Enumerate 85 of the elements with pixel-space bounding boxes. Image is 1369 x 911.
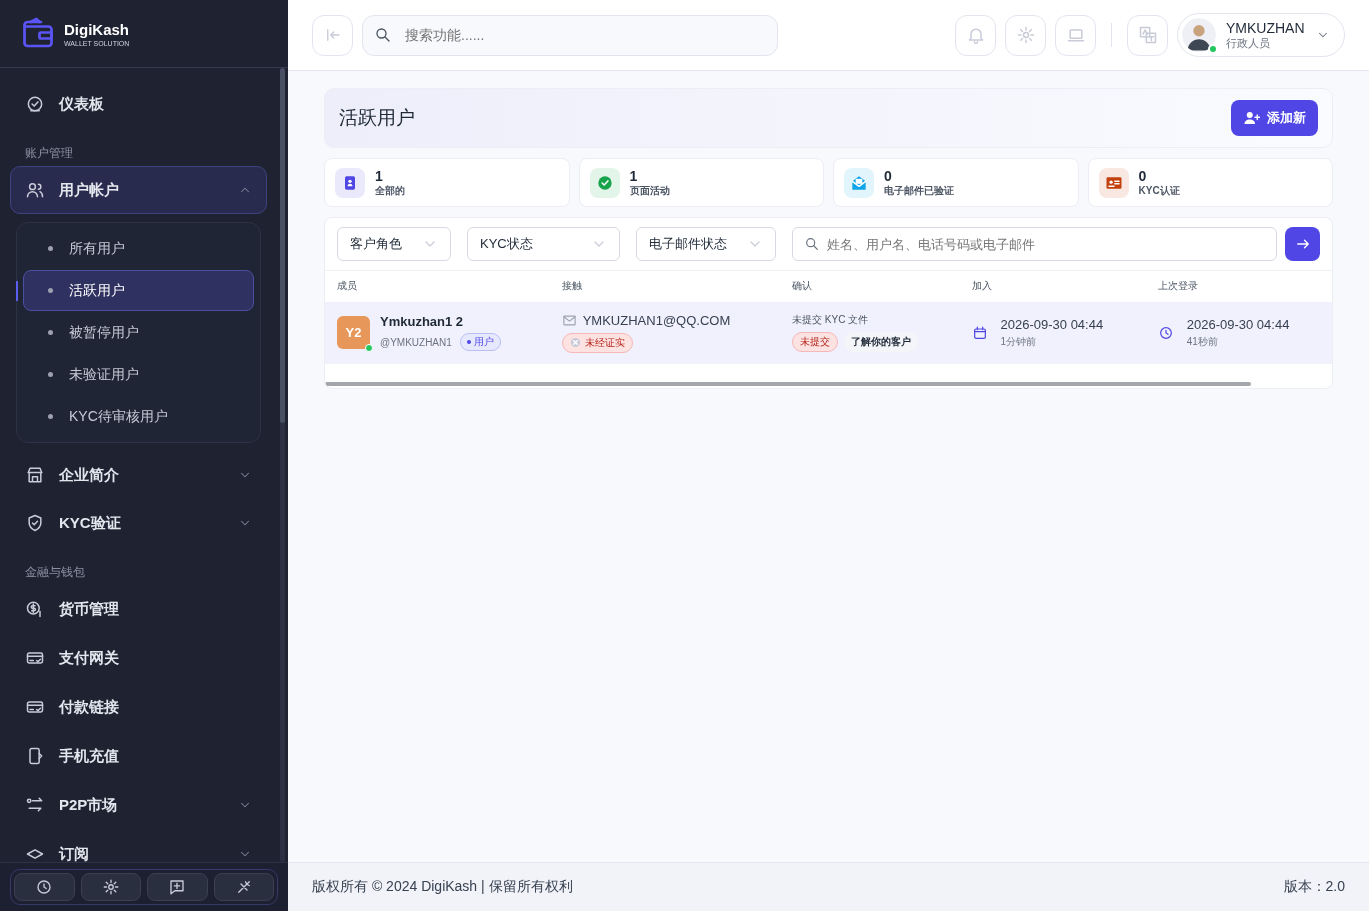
dashboard-icon [25, 94, 45, 114]
nav-item[interactable]: 用户帐户 [10, 166, 267, 214]
envelope-icon [561, 312, 577, 328]
stat-value: 1 [375, 167, 384, 184]
relative-time: 1分钟前 [1000, 334, 1038, 349]
users-icon [25, 180, 45, 200]
user-name: YMKUZHAN [1226, 19, 1306, 36]
message-plus-icon [168, 878, 187, 896]
scrollbar[interactable] [280, 68, 285, 862]
user-role: 行政人员 [1226, 35, 1271, 51]
page-title: 活跃用户 [339, 106, 415, 130]
version-text: 版本：2.0 [1283, 878, 1345, 896]
nav-item[interactable]: 付款链接 [10, 683, 267, 731]
calendar-icon [971, 324, 988, 341]
settings-icon [101, 878, 120, 896]
email-status-tag: 未经证实 [561, 332, 633, 353]
date-time: 2026-09-30 04:44 [1186, 316, 1290, 332]
column-header: 上次登录 [1145, 270, 1332, 302]
laptop-button[interactable] [1055, 14, 1096, 56]
nav-item[interactable]: P2P市场 [10, 781, 267, 829]
kyc-type-tag: 了解你的客户 [844, 332, 919, 352]
relative-time: 41秒前 [1186, 334, 1219, 349]
kyc-status-text: 未提交 KYC 文件 [792, 313, 870, 327]
clock-icon [1157, 324, 1174, 341]
nav-item[interactable]: 订阅 [10, 830, 267, 862]
member-username: @YMKUZHAN1 [380, 336, 452, 348]
user-avatar [1182, 18, 1216, 52]
brand-name: DigiKash [64, 20, 130, 38]
active-indicator [16, 281, 18, 301]
date-time: 2026-09-30 04:44 [1000, 316, 1104, 332]
kyc-status-tag: 未提交 [792, 332, 839, 352]
collapse-sidebar-button[interactable] [312, 14, 353, 56]
search-field[interactable]: 姓名、用户名、电话号码或电子邮件 [792, 227, 1277, 261]
x-circle-icon [569, 337, 581, 348]
translate-icon [1137, 25, 1158, 45]
section-heading: 金融与钱包 [24, 564, 86, 581]
add-new-button[interactable]: 添加新 [1231, 100, 1318, 136]
submenu-item[interactable]: 被暂停用户 [23, 312, 254, 353]
storefront-icon [25, 465, 45, 485]
filter-dropdown[interactable]: 客户角色 [337, 227, 451, 261]
shield-check-icon [25, 513, 45, 533]
nav-item[interactable]: 货币管理 [10, 585, 267, 633]
stat-label: 全部的 [375, 183, 405, 198]
role-tag: 用户 [459, 333, 501, 351]
nav-item[interactable]: 手机充值 [10, 732, 267, 780]
clock-icon [35, 878, 54, 896]
settings-button[interactable] [1005, 14, 1046, 56]
bell-button[interactable] [955, 14, 996, 56]
copyright-text: 版权所有 © 2024 DigiKash | 保留所有权利 [312, 878, 573, 896]
stat-value: 0 [1138, 167, 1148, 184]
nav-item[interactable]: 仪表板 [10, 80, 267, 128]
swap-arrows-icon [25, 795, 45, 815]
stat-label: 页面活动 [629, 183, 670, 198]
member-name: Ymkuzhan1 2 [380, 314, 465, 329]
stat-label: 电子邮件已验证 [884, 183, 954, 198]
search-submit-button[interactable] [1285, 227, 1320, 261]
quick-action-button[interactable] [14, 873, 75, 901]
submenu-item[interactable]: 所有用户 [23, 228, 254, 269]
user-plus-icon [1243, 109, 1261, 127]
stat-label: KYC认证 [1138, 183, 1180, 198]
nav-item[interactable]: 支付网关 [10, 634, 267, 682]
nav-item[interactable]: KYC验证 [10, 499, 267, 547]
filter-dropdown[interactable]: KYC状态 [467, 227, 620, 261]
column-header: 确认 [780, 270, 960, 302]
quick-action-button[interactable] [213, 873, 274, 901]
column-header: 成员 [325, 270, 550, 302]
column-header: 加入 [959, 270, 1146, 302]
horizontal-scrollbar[interactable] [325, 381, 1332, 386]
search-icon [374, 26, 392, 44]
settings-icon [1015, 25, 1036, 45]
submenu-item[interactable]: 未验证用户 [23, 354, 254, 395]
submenu-item[interactable]: KYC待审核用户 [23, 396, 254, 437]
avatar-initials: Y2 [345, 325, 362, 340]
stat-value: 1 [629, 167, 639, 184]
nav-item[interactable]: 企业简介 [10, 451, 267, 499]
stat-value: 0 [884, 167, 893, 184]
search-field[interactable]: 搜索功能...... [362, 14, 778, 56]
search-icon [804, 236, 820, 252]
quick-action-button[interactable] [80, 873, 141, 901]
filter-dropdown[interactable]: 电子邮件状态 [636, 227, 776, 261]
translate-button[interactable] [1127, 14, 1168, 56]
column-header: 接触 [549, 270, 781, 302]
email-address: YMKUZHAN1@QQ.COM [582, 312, 731, 328]
section-heading: 账户管理 [24, 145, 74, 162]
quick-action-button[interactable] [147, 873, 208, 901]
